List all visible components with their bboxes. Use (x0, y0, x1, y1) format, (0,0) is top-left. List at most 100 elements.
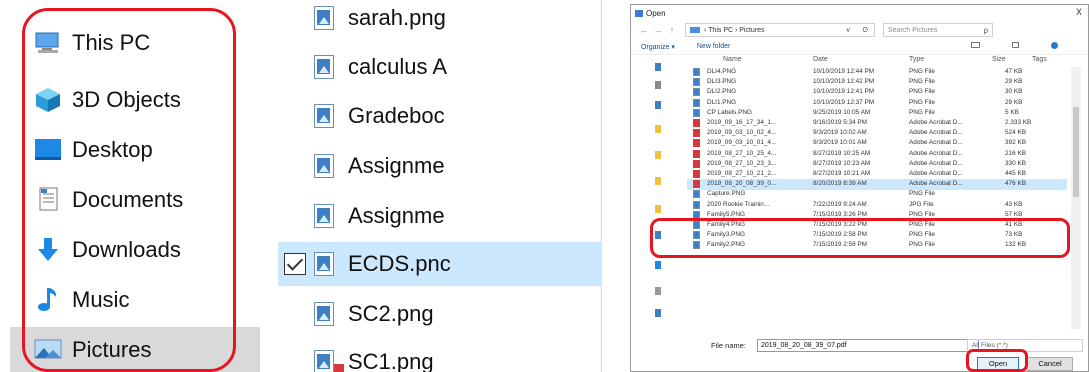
cell-type: Adobe Acrobat D... (909, 149, 963, 157)
cell-name: 2019_09_03_10_01_4... (707, 139, 777, 147)
image-file-icon (693, 98, 700, 107)
nav-item-this-pc[interactable]: This PC (10, 20, 260, 66)
file-item[interactable]: Gradeboc (278, 94, 602, 138)
nav-item-label: Downloads (72, 237, 181, 262)
cell-name: 2019_08_27_10_23_3... (707, 159, 777, 167)
cell-date: 10/10/2019 12:41 PM (813, 88, 875, 96)
cell-name: Family3.PNG (707, 231, 745, 239)
nav-item-documents[interactable]: Documents (10, 177, 260, 223)
pdf-file-icon (693, 149, 700, 158)
computer-icon (690, 27, 700, 33)
dialog-navigation-strip (631, 55, 687, 337)
column-header-type[interactable]: Type (909, 56, 924, 63)
file-name: Assignme (348, 153, 445, 178)
cell-name: DLI2.PNG (707, 88, 737, 96)
file-item[interactable]: SC1.png (278, 340, 602, 372)
nav-item-downloads[interactable]: Downloads (10, 227, 260, 273)
cell-type: Adobe Acrobat D... (909, 139, 963, 147)
nav-folder-icon[interactable] (655, 63, 661, 71)
cell-type: Adobe Acrobat D... (909, 170, 963, 177)
image-file-icon (693, 231, 700, 240)
pdf-file-icon (693, 129, 700, 138)
help-icon[interactable] (1051, 42, 1058, 49)
address-bar[interactable]: › This PC › Pictures v ʘ (685, 23, 875, 37)
nav-folder-icon[interactable] (655, 151, 661, 159)
cell-size: 30 KB (1005, 88, 1023, 96)
nav-item-desktop[interactable]: Desktop (10, 127, 260, 173)
image-file-icon (693, 241, 700, 250)
file-item[interactable]: calculus A (278, 45, 602, 89)
forward-arrow-icon[interactable]: → (651, 25, 665, 35)
pdf-file-icon (693, 139, 700, 148)
nav-item-label: 3D Objects (72, 87, 181, 112)
file-name: ECDS.pnc (348, 251, 451, 276)
nav-folder-icon[interactable] (655, 101, 661, 109)
close-icon[interactable]: X (1076, 7, 1082, 17)
file-item[interactable]: Assignme (278, 144, 602, 188)
organize-menu[interactable]: Organize ▾ (641, 43, 675, 51)
view-options-icon[interactable] (971, 42, 980, 48)
nav-folder-icon[interactable] (655, 231, 661, 239)
documents-icon (32, 185, 66, 215)
table-row[interactable]: Family2.PNG 7/15/2019 2:58 PM PNG File 132 … (687, 240, 1067, 251)
navigation-pane: This PC 3D Objects Desktop Documents Downloa… (0, 0, 262, 372)
explorer-zoom-panel: This PC 3D Objects Desktop Documents Downloa… (0, 0, 602, 372)
nav-folder-icon[interactable] (655, 287, 661, 295)
breadcrumb: › This PC › Pictures (704, 26, 765, 34)
cell-type: PNG File (909, 68, 935, 75)
column-header-date[interactable]: Date (813, 56, 828, 63)
cell-date: 8/20/2019 8:39 AM (813, 180, 867, 188)
cell-date: 10/10/2019 12:37 PM (813, 98, 875, 106)
cell-size: 476 KB (1005, 180, 1026, 188)
dialog-title: Open (646, 8, 666, 18)
nav-folder-icon[interactable] (655, 309, 661, 317)
nav-folder-icon[interactable] (655, 81, 661, 89)
file-type-select[interactable]: All Files (*.*) (967, 339, 1083, 352)
cell-name: CP Labels.PNG (707, 108, 752, 116)
chevron-down-icon[interactable]: v (847, 27, 851, 34)
column-header-size[interactable]: Size (992, 56, 1006, 63)
cell-date: 9/3/2019 10:01 AM (813, 139, 867, 147)
new-folder-button[interactable]: New folder (697, 43, 730, 50)
image-file-icon (314, 55, 334, 79)
nav-item-pictures[interactable]: Pictures (10, 327, 260, 372)
nav-folder-icon[interactable] (655, 125, 661, 133)
column-header-name[interactable]: Name (723, 56, 742, 63)
file-name: sarah.png (348, 5, 446, 30)
cell-date: 7/15/2019 2:58 PM (813, 231, 868, 239)
file-name-row: File name: 2019_08_20_08_39_07.pdf All F… (631, 339, 1088, 353)
image-file-icon (314, 154, 334, 178)
cell-size: 47 KB (1005, 68, 1023, 75)
nav-item-3d-objects[interactable]: 3D Objects (10, 77, 260, 123)
nav-item-music[interactable]: Music (10, 277, 260, 323)
file-item[interactable]: sarah.png (278, 0, 602, 40)
file-item[interactable]: Assignme (278, 194, 602, 238)
vertical-scrollbar[interactable] (1071, 67, 1081, 329)
file-name-input[interactable]: 2019_08_20_08_39_07.pdf (757, 339, 979, 352)
cell-type: Adobe Acrobat D... (909, 180, 963, 188)
scrollbar-thumb[interactable] (1073, 107, 1079, 197)
search-input[interactable]: Search Pictures ρ (883, 23, 993, 37)
file-item[interactable]: ECDS.pnc (278, 242, 602, 286)
cell-date: 9/25/2019 10:05 AM (813, 108, 871, 116)
back-arrow-icon[interactable]: ← (637, 25, 651, 35)
cell-name: 2019_08_27_10_21_2... (707, 170, 777, 177)
cell-date: 9/3/2019 10:02 AM (813, 129, 867, 137)
cell-date: 7/15/2019 3:22 PM (813, 221, 868, 228)
open-button[interactable]: Open (977, 357, 1019, 371)
refresh-icon[interactable]: ʘ (863, 27, 868, 34)
nav-folder-icon[interactable] (655, 261, 661, 269)
column-header-tags[interactable]: Tags (1032, 56, 1047, 63)
file-item[interactable]: SC2.png (278, 292, 602, 336)
checkbox-checked[interactable] (284, 253, 306, 275)
file-name-label: File name: (711, 341, 747, 350)
up-arrow-icon[interactable]: ↑ (665, 25, 679, 35)
nav-folder-icon[interactable] (655, 177, 661, 185)
cancel-button[interactable]: Cancel (1027, 357, 1073, 371)
file-list-pane: sarah.png calculus A Gradeboc Assignme Assig… (270, 0, 602, 372)
nav-folder-icon[interactable] (655, 205, 661, 213)
cell-type: PNG File (909, 231, 935, 239)
preview-pane-icon[interactable] (1012, 42, 1019, 48)
search-icon[interactable]: ρ (983, 26, 988, 35)
cell-type: JPG File (909, 200, 934, 208)
